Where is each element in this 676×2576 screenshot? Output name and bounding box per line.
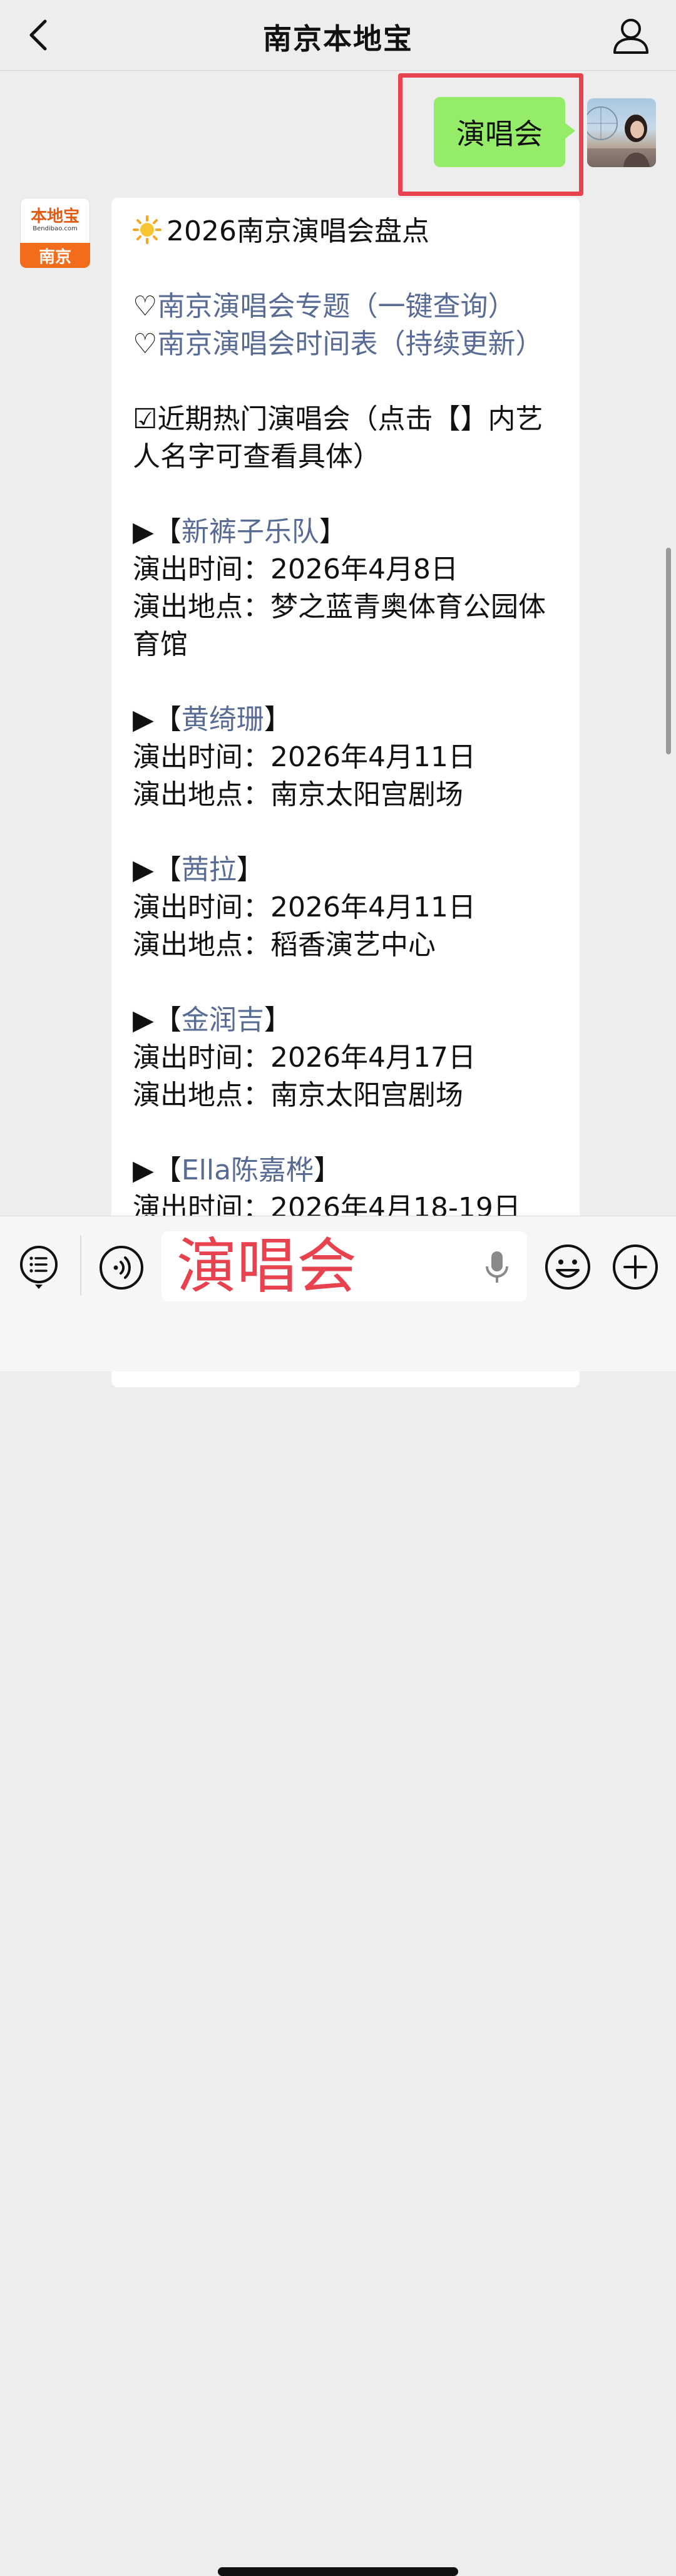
divider bbox=[80, 1235, 81, 1295]
artist-link[interactable]: 新裤子乐队 bbox=[182, 516, 319, 548]
place-value: 稻香演艺中心 bbox=[270, 929, 436, 961]
time-value: 2026年4月8日 bbox=[270, 553, 458, 585]
concert-place-row: 演出地点：梦之蓝青奥体育公园体育馆 bbox=[133, 588, 561, 664]
time-label: 演出时间： bbox=[133, 741, 270, 773]
emoji-icon[interactable] bbox=[545, 1244, 591, 1290]
concert-artist-row: ▶【Ella陈嘉桦】 bbox=[133, 1152, 561, 1189]
note-text: ☑近期热门演唱会（点击【】内艺人名字可查看具体） bbox=[133, 403, 543, 473]
self-avatar[interactable] bbox=[587, 98, 656, 167]
heading-text: 2026南京演唱会盘点 bbox=[166, 215, 429, 247]
arrow-bracket: ▶【 bbox=[133, 704, 182, 736]
place-value: 南京太阳宫剧场 bbox=[270, 1079, 463, 1111]
input-bar: 演唱会 bbox=[0, 1216, 676, 2576]
artist-link[interactable]: Ella陈嘉桦 bbox=[182, 1154, 314, 1186]
place-label: 演出地点： bbox=[133, 929, 270, 961]
time-value: 2026年4月11日 bbox=[270, 891, 476, 923]
arrow-bracket: ▶【 bbox=[133, 516, 182, 548]
time-value: 2026年4月11日 bbox=[270, 741, 476, 773]
close-bracket: 】 bbox=[264, 704, 292, 736]
concert-place-row: 演出地点：稻香演艺中心 bbox=[133, 926, 561, 964]
page-title: 南京本地宝 bbox=[263, 22, 413, 56]
received-message-bubble: 2026南京演唱会盘点 ♡南京演唱会专题（一键查询） ♡南京演唱会时间表（持续更… bbox=[111, 198, 580, 1387]
plus-icon[interactable] bbox=[612, 1244, 658, 1290]
time-label: 演出时间： bbox=[133, 1042, 270, 1074]
concert-artist-row: ▶【金润吉】 bbox=[133, 1002, 561, 1039]
concert-place-row: 演出地点：南京太阳宫剧场 bbox=[133, 1077, 561, 1114]
topic-link[interactable]: 南京演唱会专题（一键查询） bbox=[157, 290, 515, 322]
time-value: 2026年4月17日 bbox=[270, 1042, 476, 1074]
top-nav-bar: 南京本地宝 bbox=[0, 0, 676, 71]
artist-link[interactable]: 黄绮珊 bbox=[182, 704, 264, 736]
concert-place-row: 演出地点：南京太阳宫剧场 bbox=[133, 776, 561, 814]
close-bracket: 】 bbox=[264, 1004, 292, 1036]
message-input[interactable]: 演唱会 bbox=[161, 1231, 527, 1301]
bot-avatar[interactable]: 本地宝 Bendibao.com 南京 bbox=[20, 198, 90, 268]
arrow-bracket: ▶【 bbox=[133, 1154, 182, 1186]
sun-icon bbox=[133, 215, 161, 244]
microphone-icon[interactable] bbox=[483, 1249, 511, 1286]
link-row-topic: ♡南京演唱会专题（一键查询） bbox=[133, 288, 561, 326]
arrow-bracket: ▶【 bbox=[133, 854, 182, 886]
concert-artist-row: ▶【黄绮珊】 bbox=[133, 701, 561, 739]
time-label: 演出时间： bbox=[133, 891, 270, 923]
message-input-value: 演唱会 bbox=[177, 1231, 357, 1301]
place-value: 南京太阳宫剧场 bbox=[270, 779, 463, 811]
concert-time-row: 演出时间：2026年4月11日 bbox=[133, 739, 561, 776]
place-label: 演出地点： bbox=[133, 779, 270, 811]
menu-list-icon[interactable] bbox=[19, 1246, 59, 1290]
avatar-url-text: Bendibao.com bbox=[33, 225, 78, 232]
user-profile-icon[interactable] bbox=[611, 15, 651, 55]
close-bracket: 】 bbox=[236, 854, 264, 886]
scrollbar[interactable] bbox=[666, 548, 671, 754]
close-bracket: 】 bbox=[319, 516, 347, 548]
concert-time-row: 演出时间：2026年4月11日 bbox=[133, 889, 561, 926]
heart-icon: ♡ bbox=[133, 328, 158, 360]
concert-artist-row: ▶【茜拉】 bbox=[133, 851, 561, 889]
close-bracket: 】 bbox=[314, 1154, 342, 1186]
time-label: 演出时间： bbox=[133, 553, 270, 585]
concert-list: ▶【新裤子乐队】 演出时间：2026年4月8日 演出地点：梦之蓝青奥体育公园体育… bbox=[133, 513, 561, 1227]
concert-artist-row: ▶【新裤子乐队】 bbox=[133, 513, 561, 551]
concert-time-row: 演出时间：2026年4月17日 bbox=[133, 1039, 561, 1077]
arrow-bracket: ▶【 bbox=[133, 1004, 182, 1036]
artist-link[interactable]: 金润吉 bbox=[182, 1004, 264, 1036]
home-indicator[interactable] bbox=[218, 2567, 458, 2576]
sent-message-bubble[interactable]: 演唱会 bbox=[434, 97, 575, 167]
heart-icon: ♡ bbox=[133, 290, 158, 322]
message-heading: 2026南京演唱会盘点 bbox=[133, 213, 561, 250]
place-label: 演出地点： bbox=[133, 1079, 270, 1111]
avatar-city-text: 南京 bbox=[20, 243, 90, 268]
concert-time-row: 演出时间：2026年4月8日 bbox=[133, 551, 561, 588]
avatar-brand-text: 本地宝 bbox=[30, 207, 79, 226]
sent-message-text: 演唱会 bbox=[456, 117, 543, 151]
place-label: 演出地点： bbox=[133, 591, 270, 623]
schedule-link[interactable]: 南京演唱会时间表（持续更新） bbox=[157, 328, 543, 360]
link-row-schedule: ♡南京演唱会时间表（持续更新） bbox=[133, 326, 561, 363]
voice-input-icon[interactable] bbox=[99, 1245, 144, 1290]
artist-link[interactable]: 茜拉 bbox=[182, 854, 237, 886]
